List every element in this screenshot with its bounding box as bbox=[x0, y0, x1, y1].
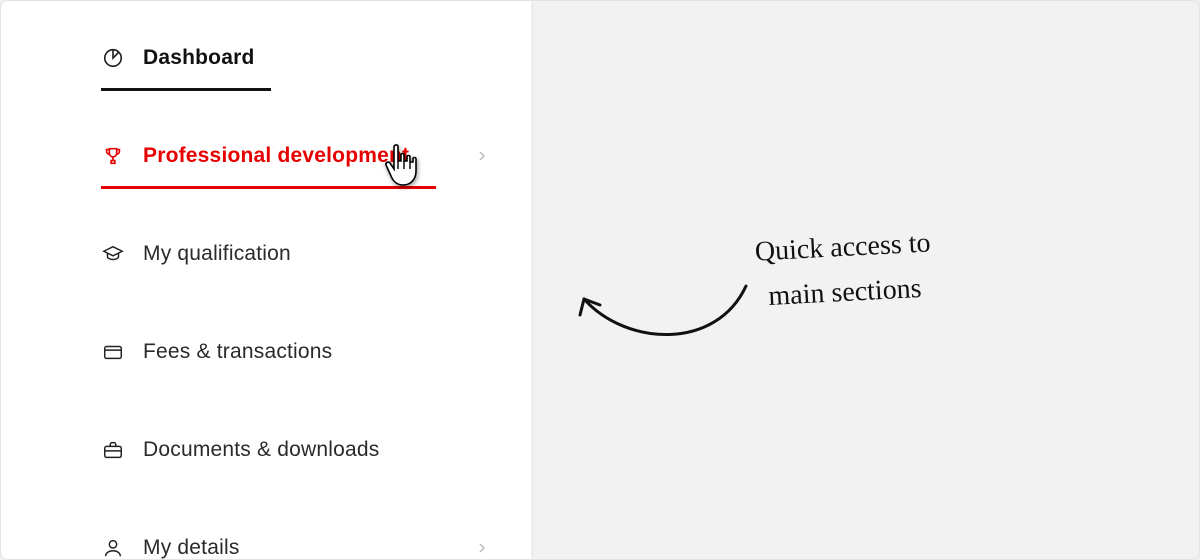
sidebar-item-label: Documents & downloads bbox=[143, 438, 380, 462]
sidebar-item-professional-development[interactable]: Professional development bbox=[1, 127, 531, 185]
credit-card-icon bbox=[101, 340, 125, 364]
chevron-right-icon bbox=[473, 147, 491, 165]
annotation-text: Quick access to main sections bbox=[754, 221, 934, 320]
sidebar-item-label: Fees & transactions bbox=[143, 340, 332, 364]
graduation-cap-icon bbox=[101, 242, 125, 266]
chart-pie-icon bbox=[101, 46, 125, 70]
sidebar-item-fees-transactions[interactable]: Fees & transactions bbox=[1, 323, 531, 381]
sidebar-item-dashboard[interactable]: Dashboard bbox=[1, 29, 531, 87]
sidebar-item-my-details[interactable]: My details bbox=[1, 519, 531, 560]
briefcase-icon bbox=[101, 438, 125, 462]
sidebar-item-documents-downloads[interactable]: Documents & downloads bbox=[1, 421, 531, 479]
sidebar-item-label: Dashboard bbox=[143, 46, 255, 70]
person-icon bbox=[101, 536, 125, 560]
app-frame: Dashboard Professional development My qu… bbox=[0, 0, 1200, 560]
sidebar-item-label: Professional development bbox=[143, 144, 409, 168]
sidebar-item-label: My qualification bbox=[143, 242, 291, 266]
sidebar-nav: Dashboard Professional development My qu… bbox=[1, 1, 531, 559]
chevron-right-icon bbox=[473, 539, 491, 557]
content-area: Quick access to main sections bbox=[531, 1, 1199, 559]
sidebar-item-my-qualification[interactable]: My qualification bbox=[1, 225, 531, 283]
sidebar-item-label: My details bbox=[143, 536, 240, 560]
trophy-icon bbox=[101, 144, 125, 168]
annotation-arrow-icon bbox=[566, 271, 756, 361]
